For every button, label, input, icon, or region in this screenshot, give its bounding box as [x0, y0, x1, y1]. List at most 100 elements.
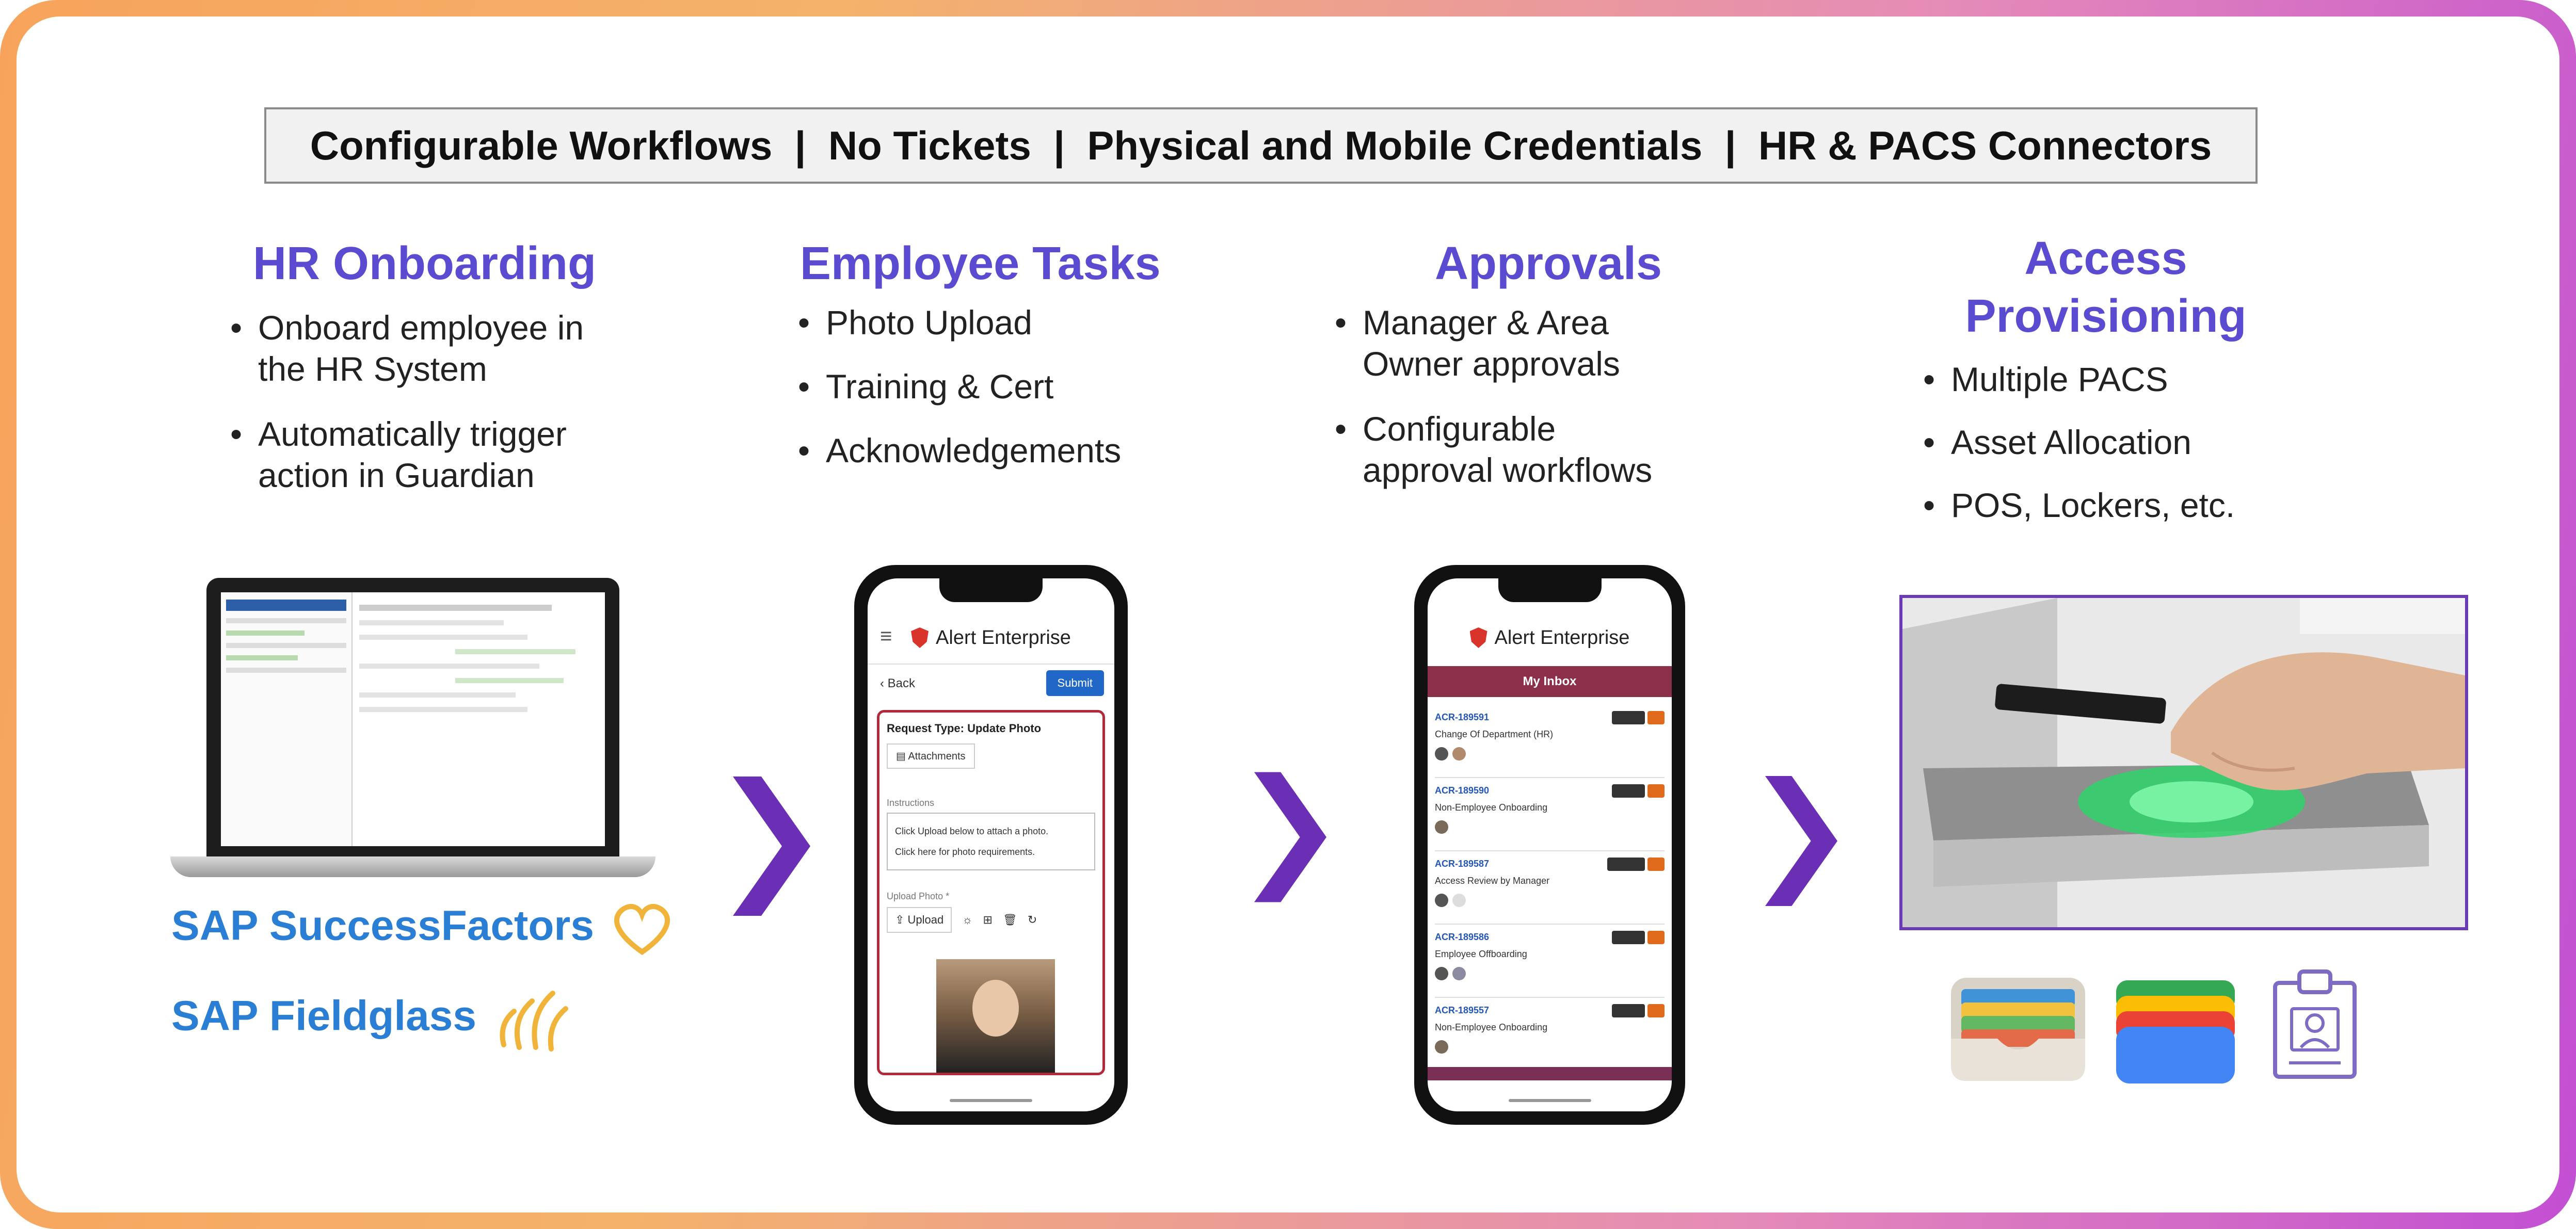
turnstile-reader-illustration	[1902, 598, 2465, 927]
upload-toolbar: ⇪ Upload ☼ ⊞ 🗑 ↻	[887, 907, 1095, 933]
instructions-line: Click here for photo requirements.	[895, 847, 1035, 857]
inbox-item[interactable]: ACR-189557 Non-Employee Onboarding	[1435, 998, 1665, 1070]
laptop-illustration	[206, 578, 619, 856]
column-title: HR Onboarding	[253, 238, 596, 289]
inbox-footer-bar	[1428, 1067, 1672, 1080]
bullet-item: • POS, Lockers, etc.	[1923, 486, 2235, 524]
bullet-item: • Multiple PACS	[1923, 360, 2168, 398]
trash-icon[interactable]: 🗑	[1003, 913, 1017, 927]
phone-employee-tasks: ≡ Alert Enterprise ‹ Back Submit Request…	[854, 565, 1128, 1125]
inbox-item[interactable]: ACR-189590 Non-Employee Onboarding	[1435, 778, 1665, 851]
inbox-item[interactable]: ACR-189591 Change Of Department (HR)	[1435, 705, 1665, 778]
request-title: Change Of Department (HR)	[1435, 729, 1554, 739]
avatar	[1435, 1040, 1448, 1054]
phone-approvals: Alert Enterprise My Inbox ACR-189591 Cha…	[1414, 565, 1685, 1125]
instructions-line: Click Upload below to attach a photo.	[895, 826, 1049, 836]
request-title: Non-Employee Onboarding	[1435, 1022, 1548, 1032]
stage-badge	[1611, 1004, 1645, 1017]
column-access-provisioning: Access Provisioning • Multiple PACS • Asse…	[1879, 230, 2333, 549]
laptop-base	[170, 856, 655, 877]
badge-clipboard-icon	[2273, 969, 2357, 1079]
fieldglass-swoosh-icon	[500, 991, 568, 1052]
document-icon: ▤	[896, 751, 906, 762]
home-indicator	[1508, 1099, 1591, 1102]
employee-photo	[936, 959, 1055, 1073]
request-title: Non-Employee Onboarding	[1435, 802, 1548, 813]
column-approvals: Approvals • Manager & Area Owner approval…	[1326, 235, 1729, 514]
sap-successfactors-text: SAP SuccessFactors	[171, 902, 594, 949]
status-badge	[1647, 931, 1665, 944]
feature-banner-text: Configurable Workflows | No Tickets | Ph…	[310, 122, 2212, 168]
request-title: Employee Offboarding	[1435, 949, 1527, 959]
back-button[interactable]: ‹ Back	[880, 676, 915, 691]
app-brand: Alert Enterprise	[936, 626, 1071, 649]
phone-notch	[1498, 578, 1602, 602]
avatar-row	[1435, 820, 1665, 834]
chevron-right-icon	[1765, 776, 1837, 906]
photo-face	[972, 980, 1019, 1037]
app-header: Alert Enterprise	[868, 614, 1114, 661]
avatar-row	[1435, 967, 1665, 980]
bullet-list: • Photo Upload • Training & Cert • Acknowle…	[790, 302, 1161, 471]
phone-notch	[939, 578, 1043, 602]
home-indicator	[950, 1099, 1032, 1102]
submit-button[interactable]: Submit	[1046, 670, 1104, 696]
app-header: Alert Enterprise	[1428, 614, 1672, 661]
inbox-item[interactable]: ACR-189587 Access Review by Manager	[1435, 851, 1665, 925]
app-brand: Alert Enterprise	[1494, 626, 1630, 649]
bullet-item: • Configurable approval workflows	[1335, 410, 1653, 489]
upload-label: Upload Photo *	[887, 891, 950, 901]
instructions-label: Instructions	[887, 798, 935, 808]
bullet-item: • Photo Upload	[798, 303, 1032, 342]
avatar	[1452, 967, 1466, 980]
avatar	[1452, 894, 1466, 907]
column-title: Access Provisioning	[1879, 230, 2333, 345]
bullet-list: • Manager & Area Owner approvals • Configu…	[1326, 302, 1729, 491]
alert-enterprise-shield-icon	[911, 627, 929, 648]
request-card: Request Type: Update Photo ▤ Attachments…	[877, 710, 1105, 1075]
avatar	[1435, 820, 1448, 834]
bullet-list: • Multiple PACS • Asset Allocation • POS, L…	[1879, 359, 2333, 526]
bullet-item: • Onboard employee in the HR System	[230, 309, 584, 388]
bullet-item: • Training & Cert	[798, 367, 1054, 406]
crop-icon[interactable]: ⊞	[983, 913, 992, 927]
stage-badge	[1611, 784, 1645, 798]
chevron-right-icon	[733, 777, 810, 916]
stage-badge	[1611, 711, 1645, 724]
laptop-sidebar	[221, 592, 353, 846]
bullet-item: • Automatically trigger action in Guardia…	[230, 415, 567, 494]
column-title: Approvals	[1435, 238, 1662, 289]
feature-banner: Configurable Workflows | No Tickets | Ph…	[264, 107, 2258, 184]
attachments-tab[interactable]: ▤ Attachments	[887, 743, 975, 769]
settings-icon[interactable]: ☼	[962, 913, 972, 927]
chevron-right-icon	[1254, 772, 1326, 902]
phone-screen: Alert Enterprise My Inbox ACR-189591 Cha…	[1428, 578, 1672, 1111]
sap-fieldglass-text: SAP Fieldglass	[171, 992, 476, 1040]
avatar	[1452, 747, 1466, 761]
column-hr-onboarding: HR Onboarding • Onboard employee in the H…	[222, 235, 625, 520]
inbox-item[interactable]: ACR-189586 Employee Offboarding	[1435, 925, 1665, 998]
stage-badge	[1611, 931, 1645, 944]
status-badge	[1647, 711, 1665, 724]
phone-screen: ≡ Alert Enterprise ‹ Back Submit Request…	[868, 578, 1114, 1111]
avatar-row	[1435, 1040, 1665, 1054]
instructions-box: Click Upload below to attach a photo. Cl…	[887, 813, 1095, 870]
bullet-item: • Manager & Area Owner approvals	[1335, 303, 1620, 383]
laptop-form	[359, 600, 600, 721]
inbox-list: ACR-189591 Change Of Department (HR) ACR…	[1435, 705, 1665, 1070]
sap-successfactors-logo: SAP SuccessFactors	[171, 900, 673, 957]
heart-icon	[614, 904, 670, 956]
status-badge	[1647, 858, 1665, 871]
column-title: Employee Tasks	[800, 238, 1161, 289]
laptop-screen-content	[221, 592, 605, 846]
request-title: Access Review by Manager	[1435, 876, 1550, 886]
stage-badge	[1607, 858, 1645, 871]
upload-button[interactable]: ⇪ Upload	[887, 907, 952, 933]
sap-fieldglass-logo: SAP Fieldglass	[171, 983, 571, 1055]
rotate-icon[interactable]: ↻	[1028, 913, 1037, 927]
laptop-sidebar-highlight	[226, 600, 346, 611]
bullet-list: • Onboard employee in the HR System • Auto…	[222, 307, 625, 496]
avatar-row	[1435, 747, 1665, 761]
status-badge	[1647, 1004, 1665, 1017]
inbox-header: My Inbox	[1428, 666, 1672, 697]
